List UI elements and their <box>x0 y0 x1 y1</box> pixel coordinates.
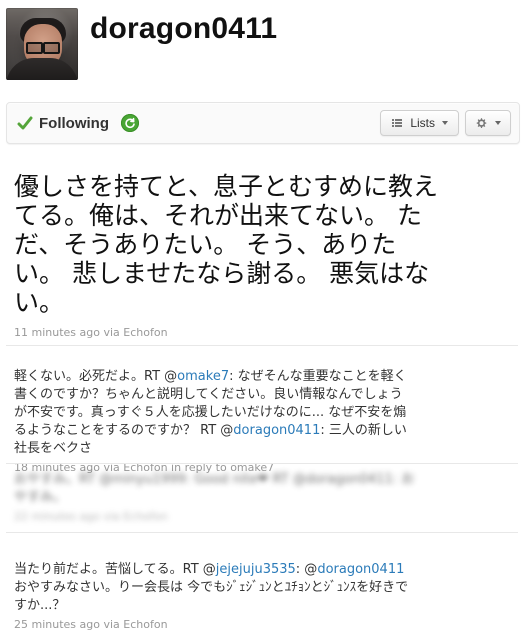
tweet-mention[interactable]: doragon0411 <box>317 562 404 577</box>
lists-button-label: Lists <box>410 116 435 130</box>
tweet-text-prefix: 軽くない。必死だよ。RT @ <box>14 369 178 384</box>
tweet-featured: 優しさを持てと、息子とむすめに教え てる。俺は、それが出来てない。 た だ、そう… <box>14 172 514 339</box>
tweet-text: 優しさを持てと、息子とむすめに教え てる。俺は、それが出来てない。 た だ、そう… <box>14 172 439 317</box>
tweet-text: 軽くない。必死だよ。RT @omake7: なぜそんな重要なことを軽く 書くので… <box>14 350 518 458</box>
gear-icon <box>474 116 488 130</box>
following-label: Following <box>39 114 109 132</box>
tweet-text-suffix: おやすみなさい。りー会長は 今でもｼﾞｪｼﾞｭﾝとﾕﾁｮﾝとｼﾞｭﾝｽを好きで … <box>14 580 409 613</box>
tweet-text: おやすみ。RT @minyu1999: Good nite❤ RT @dorag… <box>14 472 415 505</box>
profile-header: doragon0411 <box>6 8 277 80</box>
following-status: Following <box>17 103 139 143</box>
tweet-item: おやすみ。RT @minyu1999: Good nite❤ RT @dorag… <box>14 471 518 523</box>
settings-button[interactable] <box>465 110 511 136</box>
tweet-mention[interactable]: omake7 <box>177 369 229 384</box>
avatar-glasses-lens-left <box>26 42 43 54</box>
avatar-glasses <box>26 42 60 54</box>
tweet-meta: 11 minutes ago via Echofon <box>14 326 168 339</box>
following-bar: Following Lists <box>6 102 520 144</box>
tweet-text-mid: : @ <box>295 562 318 577</box>
chevron-down-icon <box>441 119 449 127</box>
profile-username: doragon0411 <box>90 12 278 45</box>
tweet-text-prefix: 当たり前だよ。苦悩してる。RT @ <box>14 562 216 577</box>
tweet-divider <box>6 532 518 533</box>
tweet-text: 当たり前だよ。苦悩してる。RT @jejejuju3535: @doragon0… <box>14 543 518 615</box>
tweet-meta: 22 minutes ago via Echofon <box>14 510 168 523</box>
refresh-icon[interactable] <box>120 114 139 132</box>
tweet-mention[interactable]: jejejuju3535 <box>216 562 296 577</box>
tweet-divider <box>6 463 518 464</box>
chevron-down-icon <box>494 119 502 127</box>
following-actions: Lists <box>380 103 511 143</box>
tweet-item: 軽くない。必死だよ。RT @omake7: なぜそんな重要なことを軽く 書くので… <box>14 350 518 474</box>
avatar-glasses-lens-right <box>43 42 60 54</box>
tweet-divider <box>6 345 518 346</box>
list-icon <box>390 116 404 130</box>
tweet-mention[interactable]: doragon0411 <box>233 423 320 438</box>
tweet-item: 当たり前だよ。苦悩してる。RT @jejejuju3535: @doragon0… <box>14 543 518 631</box>
check-icon <box>17 115 33 131</box>
avatar[interactable] <box>6 8 78 80</box>
lists-button[interactable]: Lists <box>380 110 459 136</box>
profile-page: doragon0411 Following Lists 優しさを持てと、息子とむ… <box>0 0 530 631</box>
